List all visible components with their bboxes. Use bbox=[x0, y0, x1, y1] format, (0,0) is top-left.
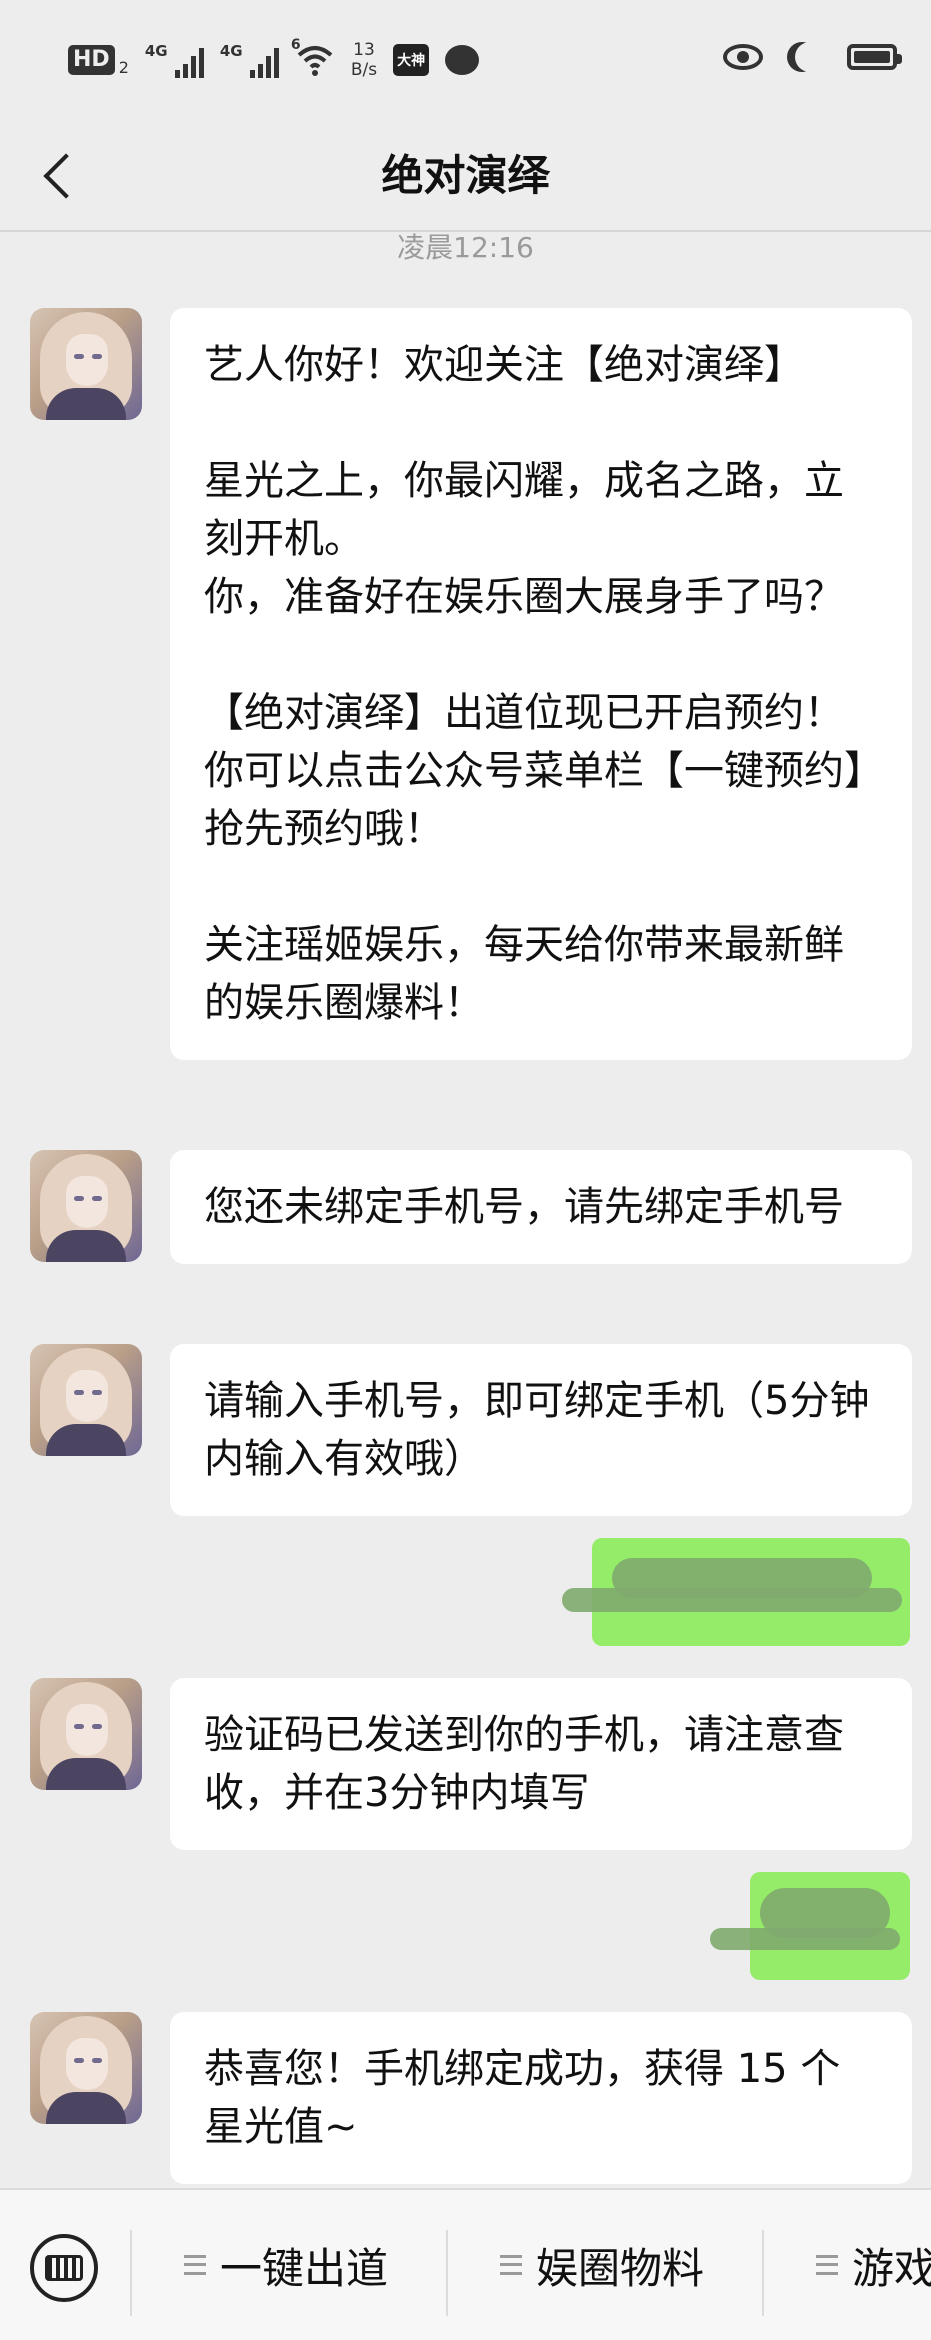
message-paragraph: 艺人你好！欢迎关注【绝对演绎】 bbox=[204, 342, 804, 388]
message-timestamp: 凌晨12:16 bbox=[397, 231, 534, 264]
hd-badge: HD bbox=[68, 45, 115, 75]
message-bubble[interactable]: 恭喜您！手机绑定成功，获得 15 个星光值~ bbox=[170, 2012, 912, 2184]
redaction-mark bbox=[710, 1928, 900, 1950]
redaction-mark bbox=[562, 1588, 902, 1612]
message-paragraph: 【绝对演绎】出道位现已开启预约！你可以点击公众号菜单栏【一键预约】抢先预约哦！ bbox=[204, 690, 864, 852]
message-text: 恭喜您！手机绑定成功，获得 15 个星光值~ bbox=[204, 2046, 841, 2150]
menu-divider bbox=[762, 2230, 764, 2316]
message-text: 请输入手机号，即可绑定手机（5分钟内输入有效哦） bbox=[204, 1378, 870, 1482]
message-bubble[interactable]: 验证码已发送到你的手机，请注意查收，并在3分钟内填写 bbox=[170, 1678, 912, 1850]
outgoing-message-bubble[interactable] bbox=[562, 1538, 910, 1646]
menu-item-label: 游戏 bbox=[852, 2243, 931, 2293]
message-bubble[interactable]: 您还未绑定手机号，请先绑定手机号 bbox=[170, 1150, 912, 1264]
avatar[interactable] bbox=[30, 308, 142, 420]
menu-item-1[interactable]: 一键出道 bbox=[184, 2190, 388, 2340]
page-title: 绝对演绎 bbox=[381, 151, 550, 200]
menu-item-3[interactable]: 游戏 bbox=[816, 2190, 931, 2340]
status-bar: HD 2 4G 4G 6 13 B/s 大神 bbox=[0, 0, 931, 120]
nav-bar: 绝对演绎 bbox=[0, 120, 931, 230]
signal-icon: 4G bbox=[220, 42, 279, 78]
status-left: HD 2 4G 4G 6 13 B/s 大神 bbox=[68, 37, 480, 80]
keyboard-icon[interactable] bbox=[30, 2234, 98, 2302]
status-right bbox=[723, 42, 902, 72]
menu-list-icon bbox=[500, 2255, 522, 2275]
moon-icon bbox=[795, 42, 825, 72]
menu-item-label: 娱圈物料 bbox=[536, 2243, 705, 2293]
message-paragraph: 关注瑶姬娱乐，每天给你带来最新鲜的娱乐圈爆料！ bbox=[204, 922, 844, 1026]
hd-sub: 2 bbox=[118, 57, 129, 77]
battery-icon bbox=[847, 44, 902, 70]
outgoing-message-bubble[interactable] bbox=[710, 1872, 910, 1980]
message-text: 您还未绑定手机号，请先绑定手机号 bbox=[204, 1184, 844, 1230]
signal-icon: 4G bbox=[145, 42, 204, 78]
wifi-tag: 6 bbox=[290, 37, 301, 53]
menu-list-icon bbox=[816, 2255, 838, 2275]
menu-item-label: 一键出道 bbox=[220, 2243, 389, 2293]
message-paragraph: 星光之上，你最闪耀，成名之路，立刻开机。 你，准备好在娱乐圈大展身手了吗？ bbox=[204, 458, 844, 620]
menu-divider bbox=[130, 2230, 132, 2316]
menu-item-2[interactable]: 娱圈物料 bbox=[500, 2190, 704, 2340]
menu-divider bbox=[446, 2230, 448, 2316]
avatar[interactable] bbox=[30, 1678, 142, 1790]
wifi-icon: 6 bbox=[291, 37, 335, 77]
avatar[interactable] bbox=[30, 2012, 142, 2124]
menu-list-icon bbox=[184, 2255, 206, 2275]
network-speed: 13 B/s bbox=[350, 40, 378, 80]
message-text: 验证码已发送到你的手机，请注意查收，并在3分钟内填写 bbox=[204, 1712, 844, 1816]
eye-icon bbox=[723, 44, 763, 70]
message-bubble[interactable]: 艺人你好！欢迎关注【绝对演绎】 星光之上，你最闪耀，成名之路，立刻开机。 你，准… bbox=[170, 308, 912, 1060]
chat-icon bbox=[445, 45, 480, 75]
bottom-menu-bar: 一键出道 娱圈物料 游戏 bbox=[0, 2188, 931, 2340]
avatar[interactable] bbox=[30, 1344, 142, 1456]
avatar[interactable] bbox=[30, 1150, 142, 1262]
app-badge: 大神 bbox=[393, 44, 430, 76]
message-bubble[interactable]: 请输入手机号，即可绑定手机（5分钟内输入有效哦） bbox=[170, 1344, 912, 1516]
